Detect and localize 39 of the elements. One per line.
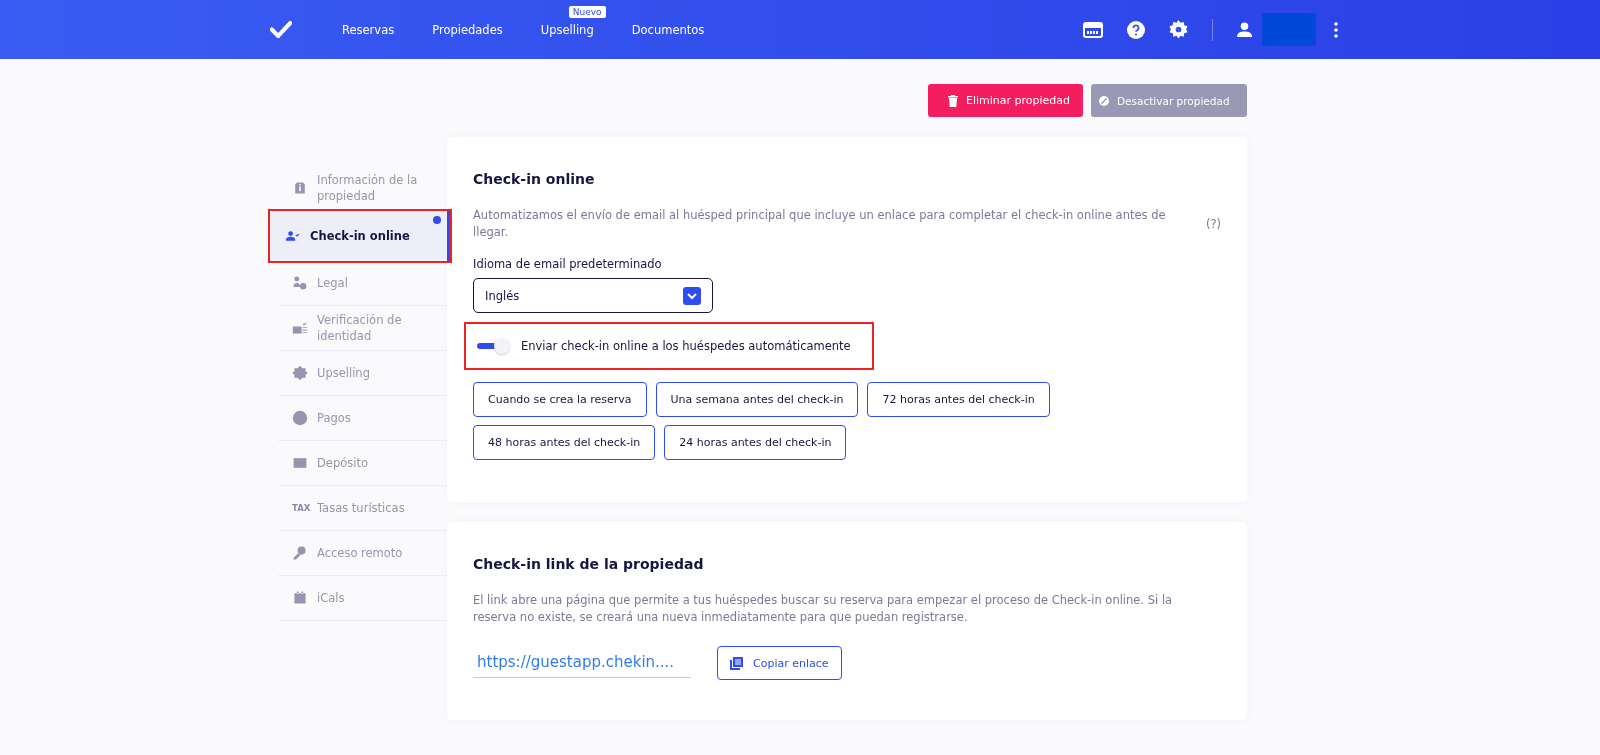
field-label: Idioma de email predeterminado: [473, 257, 663, 271]
nav-link[interactable]: Propiedades: [432, 22, 503, 37]
description-text: Automatizamos el envío de email al huésped principal que incluye un enlace para completar el check-in online antes de llegar.: [473, 207, 1167, 241]
sidebar-item[interactable]: Información de la propiedad: [278, 165, 447, 211]
card-title: Check-in online: [473, 171, 596, 187]
timing-option-button[interactable]: 48 horas antes del check-in: [473, 425, 656, 460]
description-text: El link abre una página que permite a tus huéspedes buscar su reserva para empezar el proceso de Check-in online. Si la reserva no existe, se creará una nueva inmediatamente para que puedan registrarse.: [473, 592, 1174, 626]
link-field[interactable]: https://guestapp.chekin....: [473, 648, 691, 678]
toggle-switch[interactable]: [477, 339, 511, 353]
block-icon: [1099, 95, 1109, 106]
language-dropdown[interactable]: Inglés: [473, 278, 713, 313]
timing-option-button[interactable]: 24 horas antes del check-in: [664, 425, 847, 460]
sidebar-item[interactable]: Check-in online: [270, 211, 450, 261]
notification-dot: [433, 216, 441, 224]
nav-link[interactable]: Documentos: [631, 22, 705, 37]
timing-option-button[interactable]: 72 horas antes del check-in: [867, 382, 1050, 417]
calendar-icon[interactable]: [1083, 21, 1103, 38]
delete-button[interactable]: Eliminar propiedad: [928, 84, 1083, 117]
copy-link-button[interactable]: Copiar enlace: [717, 646, 842, 680]
timing-option-button[interactable]: Cuando se crea la reserva: [473, 382, 647, 417]
help-icon[interactable]: [1127, 20, 1145, 39]
more-options-icon[interactable]: [1334, 21, 1338, 38]
user-icon[interactable]: [1237, 22, 1252, 37]
timing-option-button[interactable]: Una semana antes del check-in: [655, 382, 859, 417]
settings-icon[interactable]: [1169, 20, 1188, 39]
deactivate-button[interactable]: Desactivar propiedad: [1091, 84, 1247, 117]
trash-icon: [948, 94, 958, 107]
nav-link[interactable]: Reservas: [342, 22, 395, 37]
new-badge: Nuevo: [568, 5, 606, 18]
redacted-block: [1262, 13, 1316, 46]
toggle-label: Enviar check-in online a los huéspedes automáticamente: [521, 339, 851, 353]
nav-link[interactable]: Upselling: [540, 22, 594, 37]
copy-icon: [730, 656, 743, 670]
sidebar-item[interactable]: TAX Tasas turísticas: [278, 486, 447, 531]
card-title: Check-in link de la propiedad: [473, 556, 705, 572]
chevron-down-icon: [683, 286, 701, 305]
help-link[interactable]: (?): [1205, 217, 1221, 231]
tax-label: TAX: [292, 502, 308, 515]
checkmark-logo-icon[interactable]: [270, 21, 292, 38]
